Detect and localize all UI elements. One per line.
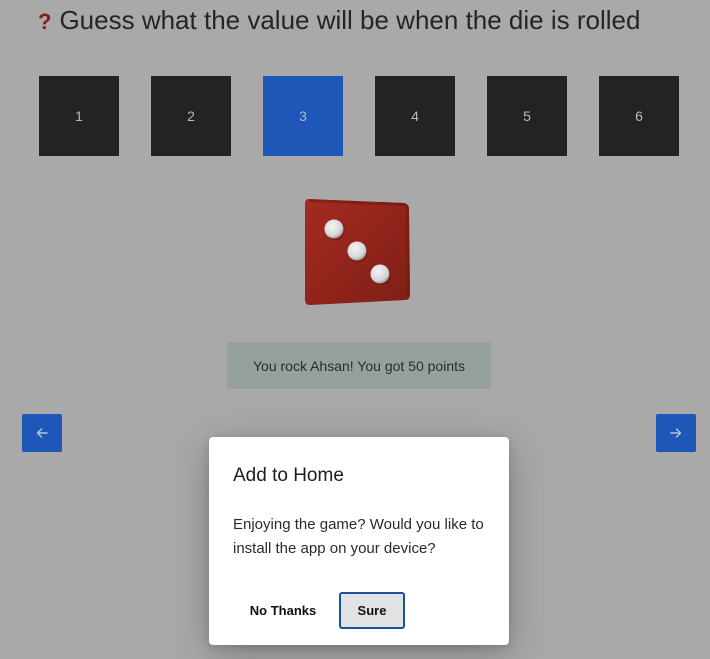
page-title: ? Guess what the value will be when the d… xyxy=(38,4,640,38)
die-pip xyxy=(347,241,367,261)
choice-button-3[interactable]: 3 xyxy=(263,76,343,156)
question-mark-icon: ? xyxy=(38,9,52,34)
question-text: Guess what the value will be when the di… xyxy=(59,5,641,35)
dialog-title: Add to Home xyxy=(233,465,344,486)
add-to-home-dialog: Add to Home Enjoying the game? Would you… xyxy=(209,437,509,645)
choice-button-5[interactable]: 5 xyxy=(487,76,567,156)
die-pip xyxy=(370,264,390,284)
choice-button-4[interactable]: 4 xyxy=(375,76,455,156)
result-message: You rock Ahsan! You got 50 points xyxy=(227,342,491,389)
sure-button[interactable]: Sure xyxy=(339,592,405,629)
dialog-message: Enjoying the game? Would you like to ins… xyxy=(233,516,484,557)
arrow-right-icon xyxy=(670,428,682,438)
previous-button[interactable] xyxy=(22,414,62,452)
arrow-left-icon xyxy=(36,428,48,438)
die xyxy=(305,199,410,305)
choice-button-1[interactable]: 1 xyxy=(39,76,119,156)
no-thanks-button[interactable]: No Thanks xyxy=(237,592,329,629)
die-pip xyxy=(324,219,344,239)
choice-button-2[interactable]: 2 xyxy=(151,76,231,156)
choice-button-6[interactable]: 6 xyxy=(599,76,679,156)
next-button[interactable] xyxy=(656,414,696,452)
